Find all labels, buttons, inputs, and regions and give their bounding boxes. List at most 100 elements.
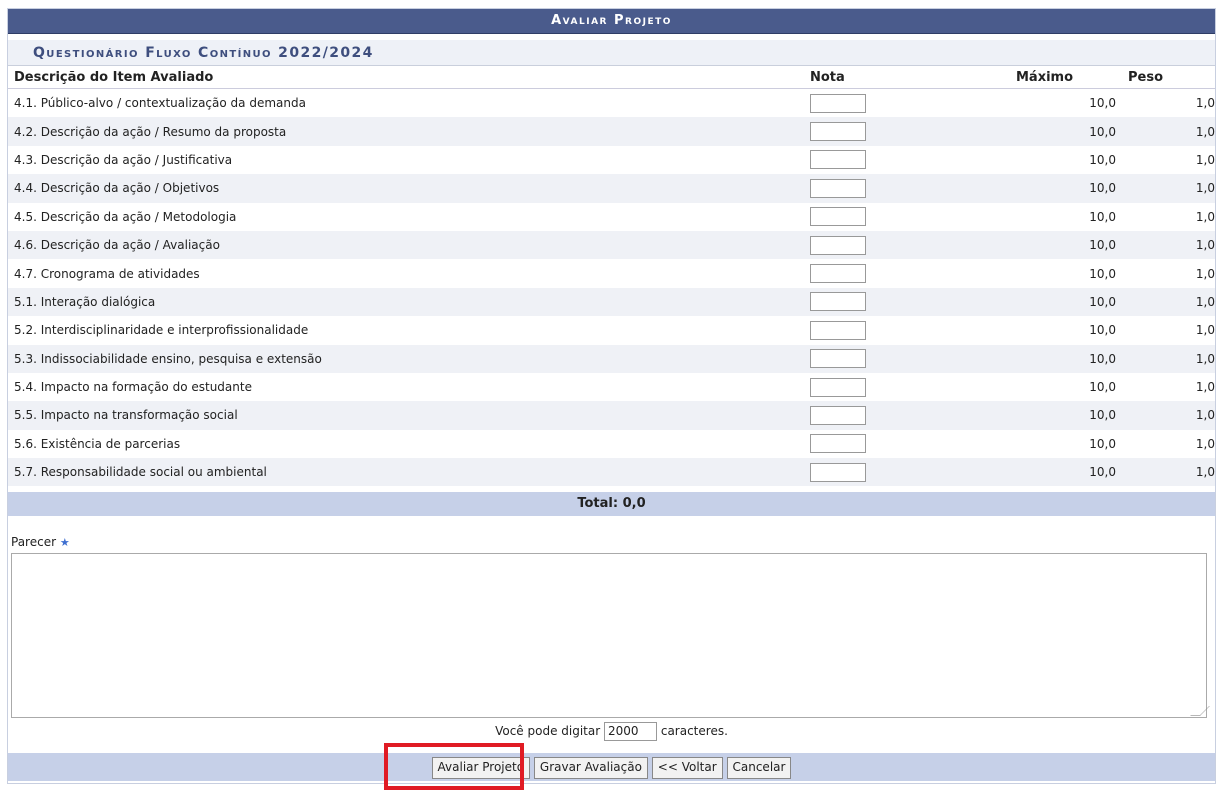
peso-value: 1,0 [1124,287,1215,317]
nota-cell [806,344,1012,373]
maximo-value: 10,0 [1012,287,1124,317]
column-header-nota: Nota [806,66,1012,89]
nota-cell [806,202,1012,231]
peso-value: 1,0 [1124,88,1215,118]
item-description: 4.2. Descrição da ação / Resumo da propo… [8,117,806,146]
maximo-value: 10,0 [1012,88,1124,118]
nota-cell [806,401,1012,430]
remaining-characters-field: 2000 [604,722,658,742]
table-row: 4.7. Cronograma de atividades 10,0 1,0 [8,259,1215,288]
cancelar-button[interactable]: Cancelar [726,757,792,779]
peso-value: 1,0 [1124,372,1215,402]
maximo-value: 10,0 [1012,145,1124,175]
item-description: 5.1. Interação dialógica [8,287,806,317]
resize-handle-icon[interactable] [1190,706,1210,717]
table-row: 5.2. Interdisciplinaridade e interprofis… [8,316,1215,345]
nota-input[interactable] [810,264,866,284]
item-description: 4.6. Descrição da ação / Avaliação [8,230,806,260]
peso-value: 1,0 [1124,429,1215,459]
item-description: 5.2. Interdisciplinaridade e interprofis… [8,316,806,345]
peso-value: 1,0 [1124,145,1215,175]
item-description: 4.7. Cronograma de atividades [8,259,806,288]
maximo-value: 10,0 [1012,429,1124,459]
evaluation-table: Descrição do Item Avaliado Nota Máximo P… [8,66,1215,487]
nota-input[interactable] [810,122,866,142]
peso-value: 1,0 [1124,259,1215,288]
maximo-value: 10,0 [1012,202,1124,231]
nota-cell [806,174,1012,203]
nota-input[interactable] [810,93,866,113]
table-row: 4.3. Descrição da ação / Justificativa 10… [8,145,1215,175]
nota-cell [806,372,1012,402]
nota-cell [806,287,1012,317]
nota-cell [806,458,1012,487]
nota-cell [806,259,1012,288]
total-score: Total: 0,0 [8,492,1215,517]
highlight-box [384,743,524,790]
item-description: 5.3. Indissociabilidade ensino, pesquisa… [8,344,806,373]
maximo-value: 10,0 [1012,458,1124,487]
nota-input[interactable] [810,178,866,198]
item-description: 5.7. Responsabilidade social ou ambienta… [8,458,806,487]
item-description: 5.4. Impacto na formação do estudante [8,372,806,402]
peso-value: 1,0 [1124,174,1215,203]
peso-value: 1,0 [1124,344,1215,373]
nota-input[interactable] [810,434,866,454]
column-header-peso: Peso [1124,66,1215,89]
table-row: 4.6. Descrição da ação / Avaliação 10,0 1,… [8,230,1215,260]
item-description: 5.5. Impacto na transformação social [8,401,806,430]
action-button-bar: Avaliar Projeto Gravar Avaliação << Volt… [8,753,1215,781]
maximo-value: 10,0 [1012,174,1124,203]
table-row: 5.4. Impacto na formação do estudante 10,… [8,372,1215,402]
table-row: 5.6. Existência de parcerias 10,0 1,0 [8,429,1215,459]
maximo-value: 10,0 [1012,401,1124,430]
nota-cell [806,230,1012,260]
peso-value: 1,0 [1124,458,1215,487]
counter-text-before: Você pode digitar [495,724,601,739]
character-counter: Você pode digitar 2000 caracteres. [8,721,1215,742]
item-description: 4.3. Descrição da ação / Justificativa [8,145,806,175]
table-row: 4.4. Descrição da ação / Objetivos 10,0 1,… [8,174,1215,203]
nota-input[interactable] [810,377,866,397]
item-description: 5.6. Existência de parcerias [8,429,806,459]
table-row: 5.1. Interação dialógica 10,0 1,0 [8,287,1215,317]
parecer-textarea[interactable] [11,553,1210,719]
voltar-button[interactable]: << Voltar [651,757,723,779]
nota-cell [806,117,1012,146]
nota-cell [806,145,1012,175]
column-header-description: Descrição do Item Avaliado [8,66,806,89]
nota-input[interactable] [810,292,866,312]
peso-value: 1,0 [1124,202,1215,231]
avaliar-projeto-panel: Avaliar Projeto Questionário Fluxo Contí… [7,8,1216,784]
peso-value: 1,0 [1124,117,1215,146]
parecer-label-text: Parecer [11,535,57,550]
nota-input[interactable] [810,235,866,255]
nota-input[interactable] [810,462,866,482]
nota-input[interactable] [810,320,866,340]
peso-value: 1,0 [1124,230,1215,260]
maximo-value: 10,0 [1012,117,1124,146]
table-row: 4.2. Descrição da ação / Resumo da propo… [8,117,1215,146]
required-star-icon: ★ [59,536,70,550]
peso-value: 1,0 [1124,401,1215,430]
maximo-value: 10,0 [1012,344,1124,373]
item-description: 4.1. Público-alvo / contextualização da … [8,88,806,118]
maximo-value: 10,0 [1012,259,1124,288]
nota-input[interactable] [810,207,866,227]
nota-cell [806,88,1012,118]
maximo-value: 10,0 [1012,372,1124,402]
peso-value: 1,0 [1124,316,1215,345]
questionnaire-title: Questionário Fluxo Contínuo 2022/2024 [8,40,1215,66]
nota-cell [806,429,1012,459]
gravar-avaliacao-button[interactable]: Gravar Avaliação [533,757,648,779]
nota-input[interactable] [810,405,866,425]
nota-input[interactable] [810,349,866,369]
counter-text-after: caracteres. [660,724,728,739]
maximo-value: 10,0 [1012,316,1124,345]
parecer-label: Parecer ★ [11,535,1215,549]
item-description: 4.5. Descrição da ação / Metodologia [8,202,806,231]
nota-input[interactable] [810,150,866,170]
item-description: 4.4. Descrição da ação / Objetivos [8,174,806,203]
table-row: 5.7. Responsabilidade social ou ambienta… [8,458,1215,487]
table-row: 4.5. Descrição da ação / Metodologia 10,0… [8,202,1215,231]
